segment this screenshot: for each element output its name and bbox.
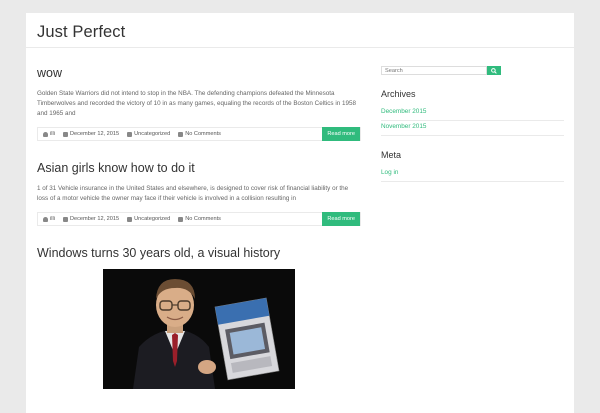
post-article: wow Golden State Warriors did not intend… <box>37 66 361 141</box>
post-article: Asian girls know how to do it 1 of 31 Ve… <box>37 161 361 226</box>
archive-link[interactable]: November 2015 <box>381 121 564 136</box>
search-icon <box>491 67 497 74</box>
user-icon <box>43 216 48 222</box>
search-button[interactable] <box>487 66 501 75</box>
post-author-label: illi <box>50 131 55 137</box>
archives-title: Archives <box>381 89 416 99</box>
post-category-label: Uncategorized <box>134 216 171 222</box>
meta-title: Meta <box>381 150 402 160</box>
comment-icon <box>178 131 184 137</box>
featured-photo <box>103 269 295 389</box>
search-form <box>381 66 564 75</box>
folder-icon <box>127 216 133 222</box>
post-category[interactable]: Uncategorized <box>127 131 170 137</box>
featured-image[interactable] <box>103 269 295 389</box>
meta-widget: Meta Log in <box>381 150 564 182</box>
folder-icon <box>127 131 133 137</box>
post-category-label: Uncategorized <box>134 131 171 137</box>
post-date-label: December 12, 2015 <box>69 216 120 222</box>
user-icon <box>43 131 48 137</box>
post-date[interactable]: December 12, 2015 <box>62 131 120 137</box>
post-excerpt: Golden State Warriors did not intend to … <box>37 90 356 117</box>
post-comments[interactable]: No Comments <box>178 131 221 137</box>
post-title[interactable]: Windows turns 30 years old, a visual his… <box>37 246 361 260</box>
post-meta: illi December 12, 2015 Uncategorized No … <box>37 212 361 226</box>
read-more-button[interactable]: Read more <box>322 127 360 141</box>
post-excerpt: 1 of 31 Vehicle insurance in the United … <box>37 185 349 202</box>
read-more-button[interactable]: Read more <box>322 212 360 226</box>
site-header: Just Perfect <box>26 13 574 48</box>
post-author-label: illi <box>50 216 55 222</box>
site-title[interactable]: Just Perfect <box>37 23 574 42</box>
post-meta: illi December 12, 2015 Uncategorized No … <box>37 127 361 141</box>
post-title[interactable]: wow <box>37 66 361 80</box>
calendar-icon <box>62 131 68 137</box>
sidebar: Archives December 2015 November 2015 Met… <box>381 66 564 196</box>
post-category[interactable]: Uncategorized <box>127 216 170 222</box>
search-input[interactable] <box>381 66 487 75</box>
post-author[interactable]: illi <box>43 131 55 137</box>
archive-link[interactable]: December 2015 <box>381 106 564 121</box>
post-article: Windows turns 30 years old, a visual his… <box>37 246 361 389</box>
main-content: wow Golden State Warriors did not intend… <box>37 66 361 409</box>
page-container: Just Perfect wow Golden State Warriors d… <box>26 13 574 413</box>
post-comments[interactable]: No Comments <box>178 216 221 222</box>
calendar-icon <box>62 216 68 222</box>
post-comments-label: No Comments <box>185 131 221 137</box>
archives-widget: Archives December 2015 November 2015 <box>381 89 564 136</box>
comment-icon <box>178 216 184 222</box>
post-title[interactable]: Asian girls know how to do it <box>37 161 361 175</box>
post-comments-label: No Comments <box>185 216 221 222</box>
post-date-label: December 12, 2015 <box>69 131 120 137</box>
post-date[interactable]: December 12, 2015 <box>62 216 120 222</box>
login-link[interactable]: Log in <box>381 167 564 182</box>
post-author[interactable]: illi <box>43 216 55 222</box>
